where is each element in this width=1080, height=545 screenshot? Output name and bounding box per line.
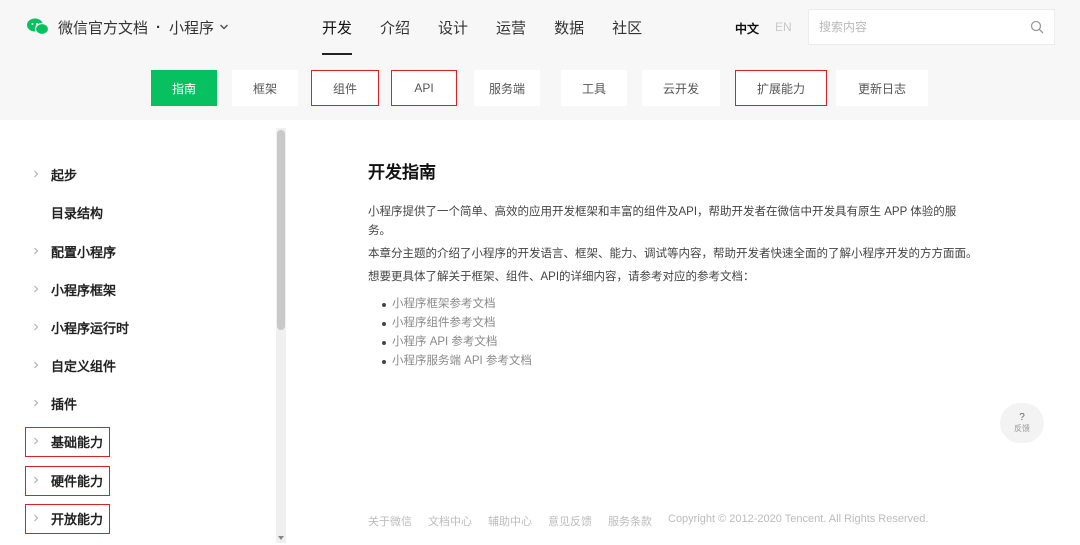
sidebar-item-label: 开放能力 [51, 511, 104, 527]
sidebar-item[interactable]: 硬件能力 [0, 461, 260, 499]
sub-nav-item[interactable]: 指南 [151, 70, 217, 106]
sidebar-item-label: 基础能力 [51, 434, 104, 450]
brand-separator: · [156, 18, 162, 36]
sidebar-item[interactable]: 目录结构 [0, 193, 260, 231]
chevron-right-icon [34, 285, 39, 293]
chevron-right-icon [34, 170, 39, 178]
scroll-down-arrow-icon[interactable] [276, 533, 286, 543]
sidebar-item-label: 目录结构 [51, 205, 104, 221]
main-nav-item[interactable]: 开发 [322, 17, 353, 55]
lang-zh[interactable]: 中文 [735, 20, 759, 37]
sidebar-item-label: 小程序框架 [51, 282, 117, 298]
footer-link-docs[interactable]: 文档中心 [428, 513, 472, 529]
lang-en[interactable]: EN [775, 20, 792, 34]
sidebar-item[interactable]: 小程序运行时 [0, 308, 260, 346]
sub-nav-item[interactable]: 组件 [311, 70, 379, 106]
chevron-right-icon [34, 437, 39, 445]
sub-nav-item[interactable]: API [391, 70, 457, 106]
sub-nav-item[interactable]: 框架 [232, 70, 298, 106]
sub-nav-item[interactable]: 扩展能力 [735, 70, 827, 106]
product-selector[interactable]: 小程序 [169, 17, 214, 38]
sidebar-item[interactable]: 自定义组件 [0, 346, 260, 384]
reference-link-framework[interactable]: 小程序框架参考文档 [382, 295, 978, 314]
reference-links: 小程序框架参考文档 小程序组件参考文档 小程序 API 参考文档 小程序服务端 … [368, 295, 978, 371]
feedback-button[interactable]: ? 反馈 [1000, 403, 1044, 443]
sidebar-item[interactable]: 插件 [0, 384, 260, 422]
sub-nav-item[interactable]: 云开发 [642, 70, 720, 106]
intro-paragraph-1: 小程序提供了一个简单、高效的应用开发框架和丰富的组件及API，帮助开发者在微信中… [368, 206, 957, 237]
page-title: 开发指南 [368, 163, 436, 182]
sidebar-item-label: 硬件能力 [51, 473, 104, 489]
footer-link-help[interactable]: 辅助中心 [488, 513, 532, 529]
main-nav: 开发 介绍 设计 运营 数据 社区 [322, 17, 670, 55]
sidebar-item-label: 起步 [51, 167, 78, 183]
main-nav-item[interactable]: 介绍 [380, 17, 410, 53]
wechat-logo-icon [27, 18, 50, 36]
intro-paragraph-3: 想要更具体了解关于框架、组件、API的详细内容，请参考对应的参考文档： [368, 271, 755, 283]
brand[interactable]: 微信官方文档 · 小程序 [26, 15, 229, 39]
reference-link-components[interactable]: 小程序组件参考文档 [382, 314, 978, 333]
main-content: 开发指南 小程序提供了一个简单、高效的应用开发框架和丰富的组件及API，帮助开发… [368, 158, 978, 371]
sidebar-item[interactable]: 小程序框架 [0, 270, 260, 308]
chevron-right-icon [34, 399, 39, 407]
search-input[interactable] [819, 20, 1030, 34]
footer-link-about[interactable]: 关于微信 [368, 513, 412, 529]
brand-title: 微信官方文档 [58, 19, 149, 37]
chevron-right-icon [34, 361, 39, 369]
main-nav-item[interactable]: 社区 [612, 17, 642, 53]
sidebar-item-label: 小程序运行时 [51, 320, 130, 336]
reference-link-api[interactable]: 小程序 API 参考文档 [382, 333, 978, 352]
sidebar-scrollbar-thumb[interactable] [277, 130, 285, 330]
chevron-right-icon [34, 323, 39, 331]
chevron-right-icon [34, 476, 39, 484]
sidebar: 起步目录结构配置小程序小程序框架小程序运行时 自定义组件插件基础能力硬件能力开放能… [0, 120, 290, 545]
sidebar-item-label: 自定义组件 [51, 358, 117, 374]
reference-link-server-api[interactable]: 小程序服务端 API 参考文档 [382, 352, 978, 371]
footer-link-feedback[interactable]: 意见反馈 [548, 513, 592, 529]
main-nav-item[interactable]: 数据 [554, 17, 584, 53]
chevron-right-icon [34, 514, 39, 522]
search-icon[interactable] [1030, 20, 1044, 34]
chevron-down-icon[interactable] [219, 22, 229, 32]
top-header: 微信官方文档 · 小程序 开发介绍设计运营数据社区 中文 EN 指南框架组件 AP… [0, 0, 1080, 120]
intro-paragraph-2: 本章分主题的介绍了小程序的开发语言、框架、能力、调试等内容，帮助开发者快速全面的… [368, 248, 978, 260]
sub-nav-item[interactable]: 服务端 [474, 70, 540, 106]
sub-nav-item[interactable]: 更新日志 [836, 70, 928, 106]
main-nav-item[interactable]: 设计 [438, 17, 468, 53]
sub-nav-item[interactable]: 工具 [561, 70, 627, 106]
sidebar-item[interactable]: 基础能力 [0, 422, 260, 460]
feedback-label: 反馈 [1014, 424, 1030, 433]
search-box[interactable] [808, 9, 1055, 45]
footer-link-terms[interactable]: 服务条款 [608, 513, 652, 529]
footer-copyright: Copyright © 2012-2020 Tencent. All Right… [668, 513, 929, 525]
chevron-right-icon [34, 247, 39, 255]
sidebar-item[interactable]: 开放能力 [0, 499, 260, 537]
question-icon: ? [1019, 412, 1025, 423]
sidebar-item[interactable]: 起步 [0, 155, 260, 193]
sidebar-item-label: 插件 [51, 396, 78, 412]
footer: 关于微信 文档中心 辅助中心 意见反馈 服务条款 Copyright © 201… [368, 513, 944, 529]
main-nav-item[interactable]: 运营 [496, 17, 526, 53]
sidebar-item-label: 配置小程序 [51, 244, 117, 260]
sub-nav: 指南 框架 组件 API 服务端 工具 云开发 扩展能力 更新日志 [0, 70, 1080, 106]
sidebar-item[interactable]: 配置小程序 [0, 232, 260, 270]
